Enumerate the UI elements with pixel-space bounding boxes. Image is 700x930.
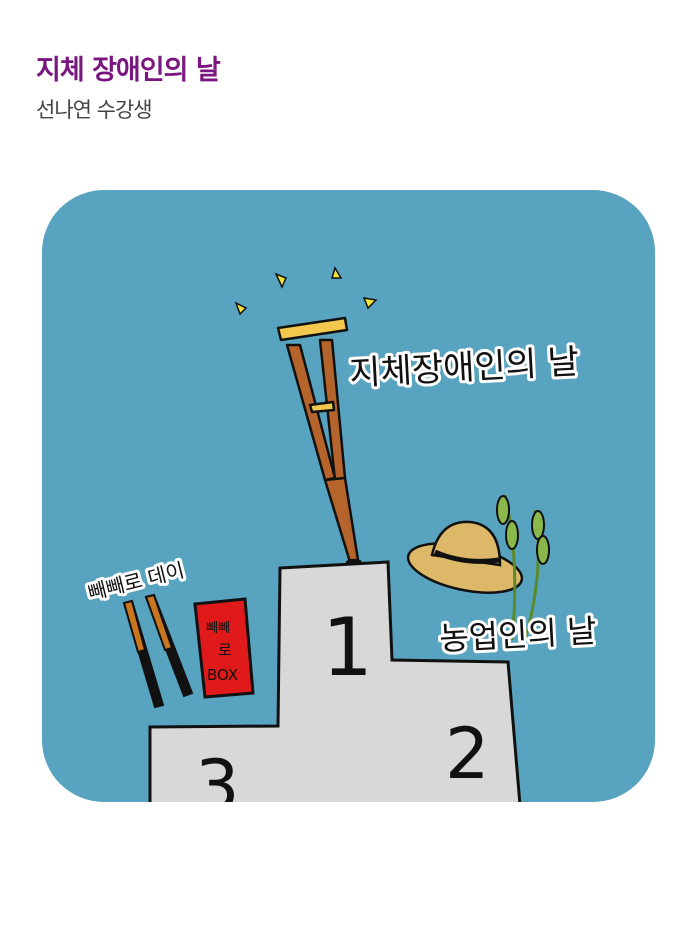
caption-pepero-day: 빼빼로 데이 xyxy=(85,558,186,605)
box-label-mid: 로 xyxy=(218,641,232,659)
page-title: 지체 장애인의 날 xyxy=(36,55,221,86)
caption-disabled-day: 지체장애인의 날 xyxy=(348,342,580,394)
podium-third-number: 3 xyxy=(195,745,240,802)
podium-second-number: 2 xyxy=(445,713,490,795)
pepero-sticks-icon xyxy=(122,593,194,709)
caption-farmers-day: 농업인의 날 xyxy=(438,612,597,658)
box-label-bottom: BOX xyxy=(207,666,238,684)
podium-first-number: 1 xyxy=(322,601,373,694)
sparkle-icons xyxy=(234,266,378,316)
author-name: 선나연 수강생 xyxy=(36,98,153,122)
box-label-top: 빼빼 xyxy=(206,621,230,636)
illustration: 1 2 3 빼빼 로 BOX 지체장애인의 날 농업인의 날 빼빼로 데이 xyxy=(42,190,655,802)
pepero-box: 빼빼 로 BOX xyxy=(193,597,255,699)
